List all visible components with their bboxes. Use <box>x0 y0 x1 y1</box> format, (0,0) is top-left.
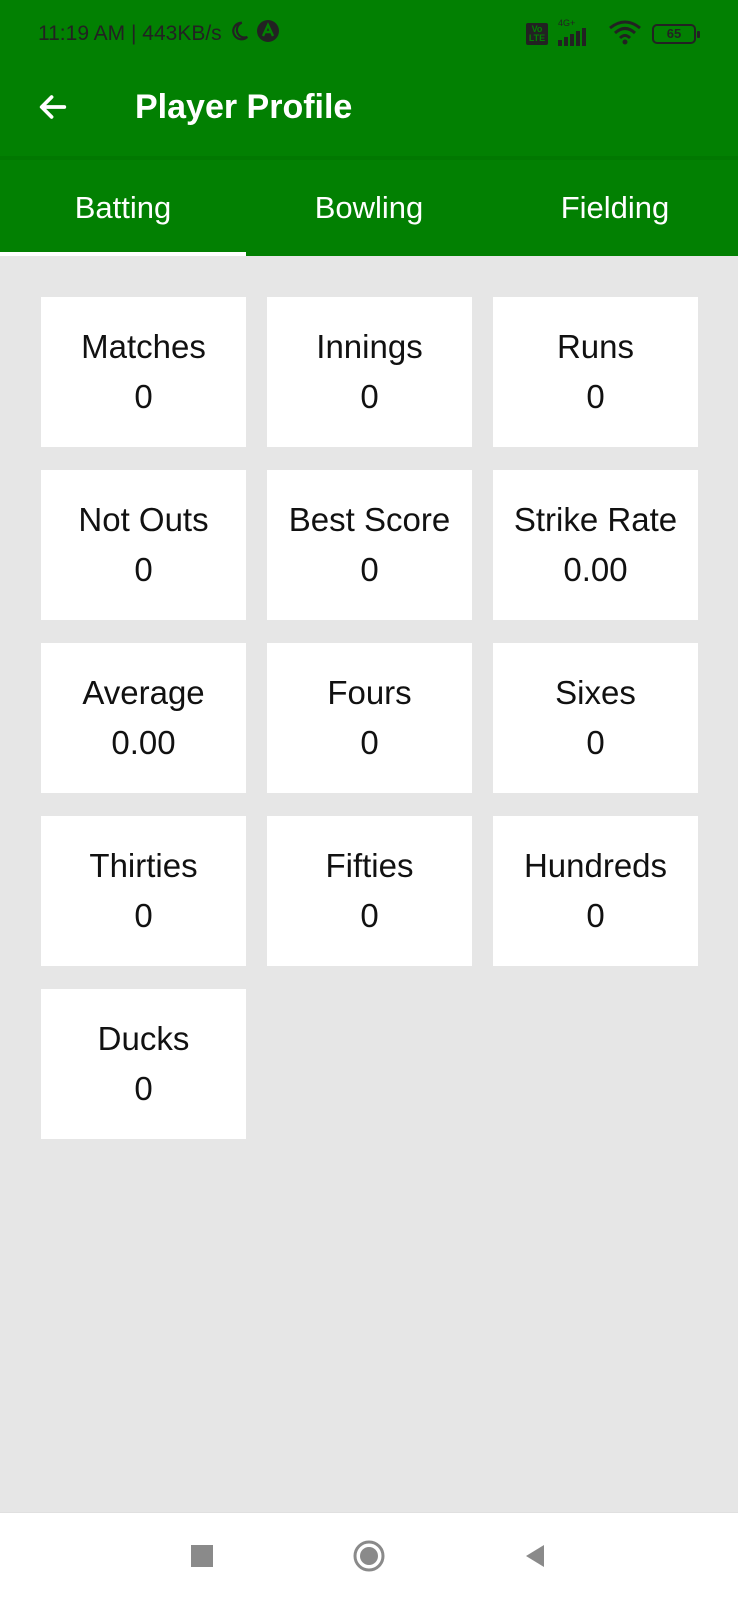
stat-value: 0 <box>360 724 379 761</box>
moon-icon <box>228 20 250 48</box>
status-time-speed: 11:19 AM | 443KB/s <box>38 22 222 45</box>
stat-card-best-score: Best Score 0 <box>267 470 472 620</box>
stat-value: 0.00 <box>563 551 628 588</box>
stat-label: Best Score <box>288 501 451 538</box>
stat-value: 0 <box>134 551 153 588</box>
wifi-icon <box>608 19 642 50</box>
tab-batting[interactable]: Batting <box>0 160 246 256</box>
stat-value: 0 <box>586 724 605 761</box>
back-button[interactable] <box>28 84 78 134</box>
stat-card-fifties: Fifties 0 <box>267 816 472 966</box>
stat-card-fours: Fours 0 <box>267 643 472 793</box>
stat-label: Matches <box>81 328 206 365</box>
stat-card-thirties: Thirties 0 <box>41 816 246 966</box>
network-type: 4G+ <box>558 18 576 28</box>
stat-label: Hundreds <box>523 847 668 884</box>
stat-card-not-outs: Not Outs 0 <box>41 470 246 620</box>
signal-icon: 4G+ <box>558 18 598 46</box>
stat-label: Strike Rate <box>513 501 678 538</box>
stat-card-average: Average 0.00 <box>41 643 246 793</box>
stat-label: Sixes <box>555 674 636 711</box>
stat-value: 0 <box>586 378 605 415</box>
stat-label: Innings <box>316 328 423 365</box>
stat-label: Fours <box>327 674 412 711</box>
stat-value: 0 <box>360 378 379 415</box>
circle-icon <box>352 1539 386 1578</box>
page-title: Player Profile <box>135 88 353 126</box>
stat-label: Ducks <box>97 1020 190 1057</box>
status-left: 11:19 AM | 443KB/s <box>38 19 280 49</box>
recents-button[interactable] <box>185 1541 219 1575</box>
stat-card-ducks: Ducks 0 <box>41 989 246 1139</box>
square-icon <box>190 1544 214 1573</box>
nav-back-button[interactable] <box>518 1541 552 1575</box>
app-bar: 11:19 AM | 443KB/s Vo LTE 4G+ 65 Player … <box>0 0 738 160</box>
stat-card-strike-rate: Strike Rate 0.00 <box>493 470 698 620</box>
stat-card-hundreds: Hundreds 0 <box>493 816 698 966</box>
stat-card-matches: Matches 0 <box>41 297 246 447</box>
tab-bowling[interactable]: Bowling <box>246 160 492 256</box>
system-nav-bar <box>0 1512 738 1600</box>
stat-card-sixes: Sixes 0 <box>493 643 698 793</box>
stat-value: 0.00 <box>111 724 176 761</box>
home-button[interactable] <box>352 1539 386 1578</box>
stat-value: 0 <box>134 378 153 415</box>
battery-icon: 65 <box>652 24 700 44</box>
stat-value: 0 <box>360 897 379 934</box>
stat-value: 0 <box>134 897 153 934</box>
stat-card-innings: Innings 0 <box>267 297 472 447</box>
stat-value: 0 <box>134 1070 153 1107</box>
stat-label: Not Outs <box>78 501 209 538</box>
stat-label: Runs <box>556 328 635 365</box>
status-right: Vo LTE 4G+ 65 <box>526 18 700 50</box>
app-notification-icon <box>256 19 280 49</box>
stats-grid: Matches 0 Innings 0 Runs 0 Not Outs 0 Be… <box>41 297 698 1139</box>
tab-fielding[interactable]: Fielding <box>492 160 738 256</box>
volte-icon: Vo LTE <box>526 23 548 45</box>
toolbar: Player Profile <box>0 66 738 160</box>
arrow-left-icon <box>36 90 70 129</box>
stat-value: 0 <box>360 551 379 588</box>
stat-label: Average <box>82 674 205 711</box>
stat-card-runs: Runs 0 <box>493 297 698 447</box>
stat-label: Thirties <box>89 847 198 884</box>
stat-value: 0 <box>586 897 605 934</box>
status-bar: 11:19 AM | 443KB/s Vo LTE 4G+ 65 <box>0 0 738 66</box>
tab-bar: Batting Bowling Fielding <box>0 160 738 256</box>
stat-label: Fifties <box>325 847 414 884</box>
triangle-left-icon <box>522 1543 548 1574</box>
